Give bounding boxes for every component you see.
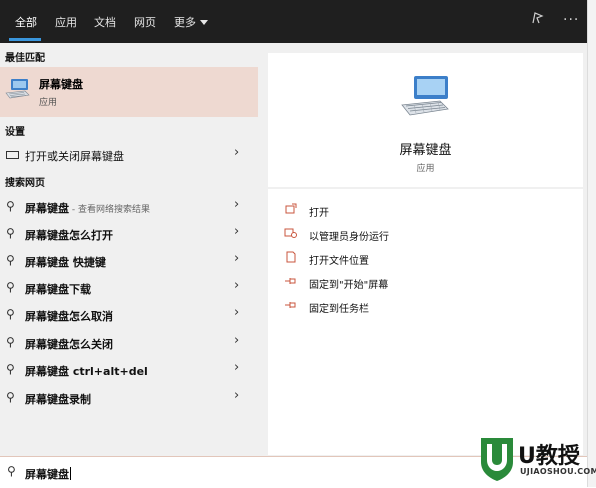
- tab-more[interactable]: 更多: [174, 14, 208, 30]
- tab-all[interactable]: 全部: [15, 14, 37, 30]
- action-pin-taskbar[interactable]: 固定到任务栏: [284, 298, 484, 316]
- chevron-right-icon[interactable]: ›: [234, 145, 239, 160]
- settings-item-label: 打开或关闭屏幕键盘: [25, 150, 124, 163]
- chevron-right-icon[interactable]: ›: [234, 251, 239, 266]
- search-input[interactable]: 屏幕键盘: [25, 466, 71, 482]
- chevron-right-icon[interactable]: ›: [234, 197, 239, 212]
- shield-logo-icon: [481, 438, 513, 481]
- chevron-down-icon: [200, 20, 208, 25]
- search-icon: ⚲: [6, 307, 15, 321]
- best-match-heading: 最佳匹配: [5, 53, 45, 64]
- chevron-right-icon[interactable]: ›: [234, 305, 239, 320]
- actions-card: 打开 以管理员身份运行 打开文件位置 固定到"开始"屏幕 固定到任务栏: [268, 189, 583, 455]
- more-options-icon[interactable]: ···: [563, 12, 579, 28]
- search-icon: ⚲: [6, 362, 15, 376]
- run-as-admin-icon: [284, 227, 298, 239]
- web-result-text: 屏幕键盘 ctrl+alt+del: [25, 365, 148, 378]
- watermark-title: U教授: [518, 444, 580, 469]
- web-result-text: 屏幕键盘 快捷键: [25, 256, 106, 269]
- keyboard-icon: [6, 151, 19, 159]
- search-icon: ⚲: [6, 280, 15, 294]
- best-match-name: 屏幕键盘: [39, 78, 83, 91]
- detail-pane: 屏幕键盘 应用 打开 以管理员身份运行 打开文件位置 固定到"开始"屏幕 固定到…: [264, 43, 587, 456]
- search-filter-bar: 全部 应用 文档 网页 更多 ···: [0, 0, 587, 43]
- app-type: 应用: [416, 164, 435, 174]
- keyboard-app-icon: [400, 75, 452, 122]
- search-icon: ⚲: [6, 253, 15, 267]
- open-icon: [284, 203, 298, 215]
- search-icon: ⚲: [7, 464, 16, 478]
- web-result-7[interactable]: ⚲ 屏幕键盘录制 ›: [0, 385, 258, 409]
- web-result-text: 屏幕键盘: [25, 202, 69, 215]
- web-result-0[interactable]: ⚲ 屏幕键盘 - 查看网络搜索结果 ›: [0, 194, 258, 218]
- app-title: 屏幕键盘: [399, 143, 452, 158]
- action-label: 固定到"开始"屏幕: [309, 280, 389, 291]
- action-label: 固定到任务栏: [309, 304, 369, 315]
- web-result-5[interactable]: ⚲ 屏幕键盘怎么关闭 ›: [0, 330, 258, 354]
- feedback-icon[interactable]: [530, 11, 544, 29]
- web-result-6[interactable]: ⚲ 屏幕键盘 ctrl+alt+del ›: [0, 357, 258, 381]
- action-open[interactable]: 打开: [284, 202, 484, 220]
- web-result-3[interactable]: ⚲ 屏幕键盘下载 ›: [0, 275, 258, 299]
- search-icon: ⚲: [6, 199, 15, 213]
- window-edge: [587, 0, 596, 487]
- app-preview-card: 屏幕键盘 应用: [268, 53, 583, 187]
- search-input-value: 屏幕键盘: [25, 468, 69, 481]
- search-icon: ⚲: [6, 390, 15, 404]
- settings-item-toggle-keyboard[interactable]: 打开或关闭屏幕键盘 ›: [0, 142, 258, 166]
- search-icon: ⚲: [6, 226, 15, 240]
- watermark-logo: U教授 UJIAOSHOU.COM: [478, 436, 596, 484]
- results-pane: 最佳匹配 屏幕键盘 应用 设置 打开或关闭屏幕键盘 › 搜索网页 ⚲ 屏幕键盘 …: [0, 43, 264, 456]
- pin-icon: [284, 275, 298, 287]
- chevron-right-icon[interactable]: ›: [234, 333, 239, 348]
- action-label: 以管理员身份运行: [309, 232, 389, 243]
- tab-documents[interactable]: 文档: [94, 14, 116, 30]
- search-icon: ⚲: [6, 335, 15, 349]
- settings-heading: 设置: [5, 127, 25, 138]
- tab-web[interactable]: 网页: [134, 14, 156, 30]
- best-match-type: 应用: [39, 98, 58, 108]
- pin-icon: [284, 299, 298, 311]
- action-label: 打开: [309, 208, 329, 219]
- web-result-suffix: - 查看网络搜索结果: [69, 205, 150, 215]
- chevron-right-icon[interactable]: ›: [234, 278, 239, 293]
- web-result-label: 屏幕键盘 - 查看网络搜索结果: [25, 200, 150, 216]
- keyboard-app-icon: [5, 78, 31, 105]
- tab-apps[interactable]: 应用: [55, 14, 77, 30]
- web-result-1[interactable]: ⚲ 屏幕键盘怎么打开 ›: [0, 221, 258, 245]
- web-result-text: 屏幕键盘录制: [25, 393, 91, 406]
- action-open-file-location[interactable]: 打开文件位置: [284, 250, 484, 268]
- best-match-item[interactable]: 屏幕键盘 应用: [0, 67, 258, 117]
- tab-more-label: 更多: [174, 16, 196, 29]
- file-location-icon: [284, 251, 298, 263]
- action-run-as-admin[interactable]: 以管理员身份运行: [284, 226, 484, 244]
- active-tab-indicator: [9, 38, 41, 41]
- chevron-right-icon[interactable]: ›: [234, 388, 239, 403]
- watermark-url: UJIAOSHOU.COM: [520, 467, 596, 476]
- action-label: 打开文件位置: [309, 256, 369, 267]
- web-result-4[interactable]: ⚲ 屏幕键盘怎么取消 ›: [0, 302, 258, 326]
- text-cursor: [70, 467, 71, 480]
- web-result-2[interactable]: ⚲ 屏幕键盘 快捷键 ›: [0, 248, 258, 272]
- web-search-heading: 搜索网页: [5, 178, 45, 189]
- chevron-right-icon[interactable]: ›: [234, 224, 239, 239]
- action-pin-start[interactable]: 固定到"开始"屏幕: [284, 274, 484, 292]
- chevron-right-icon[interactable]: ›: [234, 360, 239, 375]
- web-result-text: 屏幕键盘怎么取消: [25, 310, 113, 323]
- web-result-text: 屏幕键盘下载: [25, 283, 91, 296]
- web-result-text: 屏幕键盘怎么关闭: [25, 338, 113, 351]
- web-result-text: 屏幕键盘怎么打开: [25, 229, 113, 242]
